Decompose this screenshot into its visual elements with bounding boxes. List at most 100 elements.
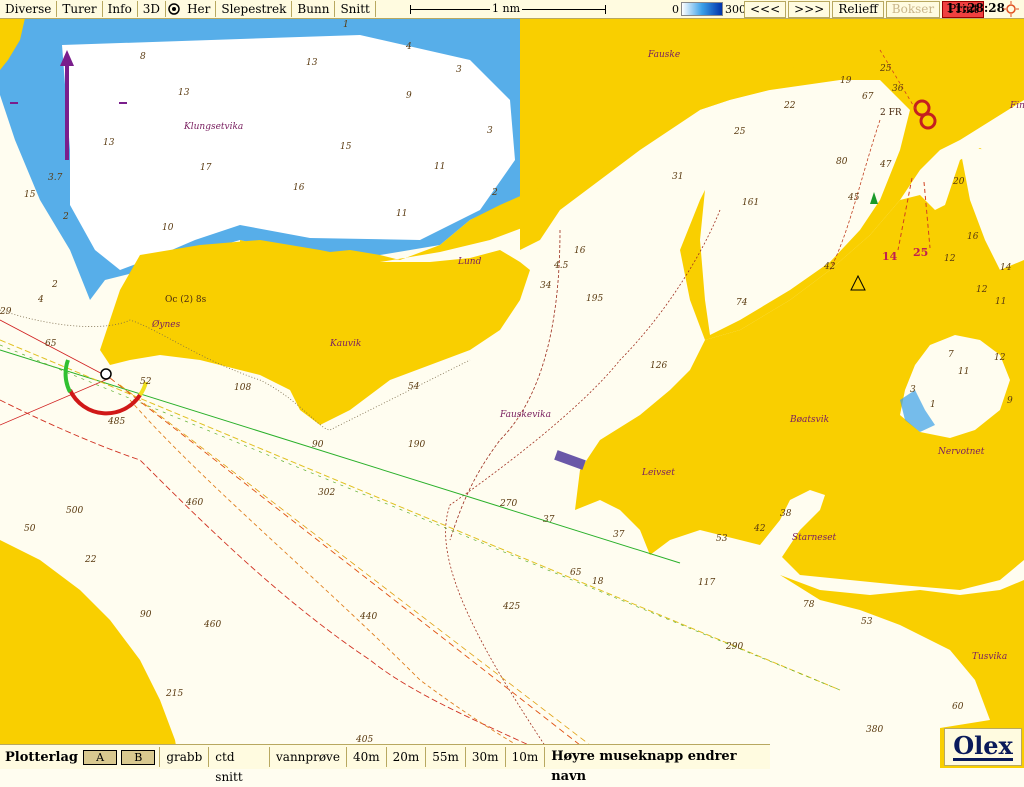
item-vannprove[interactable]: vannprøve xyxy=(269,747,346,767)
depth-sounding: 9 xyxy=(406,91,412,101)
depth-sounding: 3 xyxy=(910,385,916,395)
menu-info[interactable]: Info xyxy=(103,1,138,17)
depth-gradient xyxy=(681,2,723,16)
rename-hint: Høyre museknapp endrer navn xyxy=(544,747,770,784)
depth-sounding: 16 xyxy=(574,246,586,256)
depth-sounding: 270 xyxy=(500,499,518,509)
depth-sounding: 117 xyxy=(698,578,716,588)
light-characteristic-2: 2 FR xyxy=(880,108,902,118)
bokser-button[interactable]: Bokser xyxy=(885,1,941,18)
depth-sounding: 37 xyxy=(543,515,555,525)
item-10m[interactable]: 10m xyxy=(504,747,545,767)
depth-sounding: 290 xyxy=(726,642,744,652)
depth-sounding: 425 xyxy=(503,602,521,612)
depth-sounding: 36 xyxy=(892,84,904,94)
item-20m[interactable]: 20m xyxy=(385,747,426,767)
depth-sounding: 4 xyxy=(406,42,412,52)
menu-diverse[interactable]: Diverse xyxy=(0,1,58,17)
depth-sounding: 50 xyxy=(24,524,36,534)
depth-sounding: 42 xyxy=(824,262,836,272)
depth-sounding: 37 xyxy=(613,530,625,540)
depth-sounding: 460 xyxy=(204,620,222,630)
next-button[interactable]: >>> xyxy=(788,1,831,18)
depth-sounding: 47 xyxy=(880,160,892,170)
place-fin: Fin xyxy=(1010,101,1024,111)
depth-sounding: 1 xyxy=(930,400,936,410)
depth-sounding: 38 xyxy=(780,509,792,519)
item-ctd-snitt[interactable]: ctd snitt xyxy=(208,747,269,784)
depth-sounding: 45 xyxy=(848,193,860,203)
depth-sounding: 460 xyxy=(186,498,204,508)
depth-sounding: 90 xyxy=(312,440,324,450)
prev-button[interactable]: <<< xyxy=(744,1,787,18)
depth-sounding: 11 xyxy=(958,367,970,377)
depth-legend[interactable]: 0 300 xyxy=(672,2,746,16)
sun-icon[interactable] xyxy=(1002,1,1020,21)
depth-sounding: 53 xyxy=(716,534,728,544)
depth-sounding: 42 xyxy=(754,524,766,534)
place-fauskevika: Fauskevika xyxy=(500,410,551,420)
depth-sounding: 2 xyxy=(492,188,498,198)
depth-sounding: 1 xyxy=(343,20,349,30)
depth-sounding: 2 xyxy=(63,212,69,222)
place-kauvik: Kauvik xyxy=(330,339,362,349)
depth-sounding: 34 xyxy=(540,281,552,291)
depth-sounding: 25 xyxy=(880,64,892,74)
depth-sounding: 52 xyxy=(140,377,152,387)
menu-slepestrek[interactable]: Slepestrek xyxy=(216,1,293,17)
place-nervotnet: Nervotnet xyxy=(938,447,985,457)
place-starneset: Starneset xyxy=(792,533,837,543)
item-55m[interactable]: 55m xyxy=(425,747,465,767)
menu-bunn[interactable]: Bunn xyxy=(292,1,336,17)
depth-sounding: 15 xyxy=(24,190,36,200)
depth-sounding: 302 xyxy=(318,488,336,498)
depth-sounding: 8 xyxy=(140,52,146,62)
relief-button[interactable]: Relieff xyxy=(832,1,884,18)
item-40m[interactable]: 40m xyxy=(345,747,386,767)
depth-sounding: 16 xyxy=(967,232,979,242)
target-icon[interactable] xyxy=(166,1,182,17)
place-boatsvik: Bøatsvik xyxy=(790,415,830,425)
depth-sounding: 195 xyxy=(586,294,604,304)
depth-sounding: 126 xyxy=(650,361,668,371)
mark-25: 25 xyxy=(913,246,929,259)
depth-sounding: 15 xyxy=(340,142,352,152)
depth-sounding: 10 xyxy=(162,223,174,233)
depth-sounding: 11 xyxy=(434,162,446,172)
menu-snitt[interactable]: Snitt xyxy=(335,1,376,17)
depth-sounding: 17 xyxy=(200,163,212,173)
depth-max: 300 xyxy=(725,2,746,16)
item-30m[interactable]: 30m xyxy=(464,747,505,767)
depth-sounding: 16 xyxy=(293,183,305,193)
depth-sounding: 7 xyxy=(948,350,954,360)
item-grabb[interactable]: grabb xyxy=(159,747,208,767)
depth-sounding: 74 xyxy=(736,298,748,308)
layer-a-button[interactable]: A xyxy=(82,749,118,765)
menu-turer[interactable]: Turer xyxy=(57,1,103,17)
place-leivset: Leivset xyxy=(642,468,675,478)
here-button[interactable]: Her xyxy=(182,1,217,17)
depth-min: 0 xyxy=(672,2,679,16)
depth-sounding: 215 xyxy=(166,689,184,699)
depth-sounding: 4.5 xyxy=(554,261,569,271)
menu-3d[interactable]: 3D xyxy=(138,1,167,17)
place-fauske: Fauske xyxy=(648,50,681,60)
depth-sounding: 3.7 xyxy=(48,173,63,183)
depth-sounding: 2 xyxy=(52,280,58,290)
depth-sounding: 22 xyxy=(85,555,97,565)
depth-sounding: 18 xyxy=(592,577,604,587)
scale-bar: 1 nm xyxy=(410,0,606,18)
mark-14: 14 xyxy=(882,250,898,263)
bottom-toolbar: Plotterlag A B grabb ctd snitt vannprøve… xyxy=(0,744,770,784)
depth-sounding: 67 xyxy=(862,92,874,102)
place-klungsetvika: Klungsetvika xyxy=(184,122,244,132)
layer-b-button[interactable]: B xyxy=(121,749,156,765)
depth-sounding: 3 xyxy=(487,126,493,136)
depth-sounding: 19 xyxy=(840,76,852,86)
depth-sounding: 9 xyxy=(1007,396,1013,406)
depth-sounding: 12 xyxy=(944,254,956,264)
nautical-chart[interactable] xyxy=(0,0,1024,768)
depth-sounding: 54 xyxy=(408,382,420,392)
depth-sounding: 108 xyxy=(234,383,252,393)
depth-sounding: 20 xyxy=(953,177,965,187)
